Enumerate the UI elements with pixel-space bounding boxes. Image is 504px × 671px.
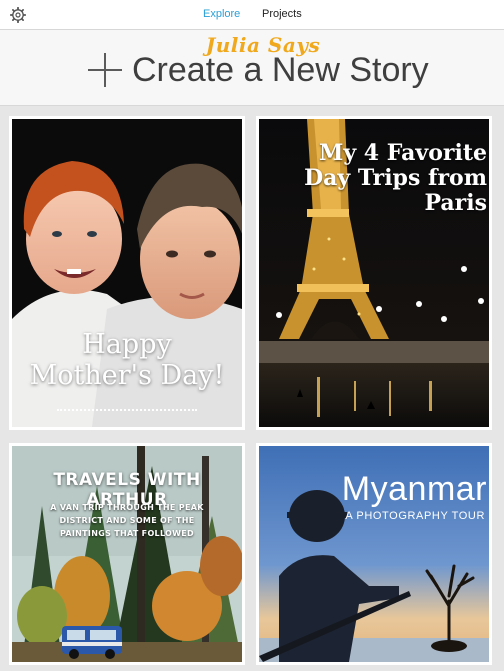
story-card-mothers-day[interactable]: Happy Mother's Day! [9, 116, 245, 430]
story-subtitle: A PHOTOGRAPHY TOUR [345, 510, 485, 522]
create-new-story-button[interactable]: Create a New Story [88, 45, 429, 95]
story-title: Happy Mother's Day! [29, 329, 225, 391]
tab-projects[interactable]: Projects [262, 8, 302, 20]
story-title: Myanmar [341, 470, 487, 508]
title-divider [57, 409, 197, 413]
story-card-myanmar[interactable]: Myanmar A PHOTOGRAPHY TOUR [256, 443, 492, 665]
story-card-travels-with-arthur[interactable]: TRAVELS WITH ARTHUR A VAN TRIP THROUGH T… [9, 443, 245, 665]
story-title: My 4 Favorite Day Trips from Paris [304, 140, 487, 216]
create-panel: Julia Says Create a New Story [0, 30, 504, 106]
create-new-story-label: Create a New Story [132, 50, 429, 89]
story-card-paris[interactable]: My 4 Favorite Day Trips from Paris [256, 116, 492, 430]
plus-icon [88, 53, 122, 87]
story-subtitle: A VAN TRIP THROUGH THE PEAK DISTRICT AND… [50, 503, 204, 538]
gear-icon[interactable] [10, 7, 26, 23]
tab-explore[interactable]: Explore [203, 8, 240, 20]
top-nav-bar: Explore Projects [0, 0, 504, 30]
